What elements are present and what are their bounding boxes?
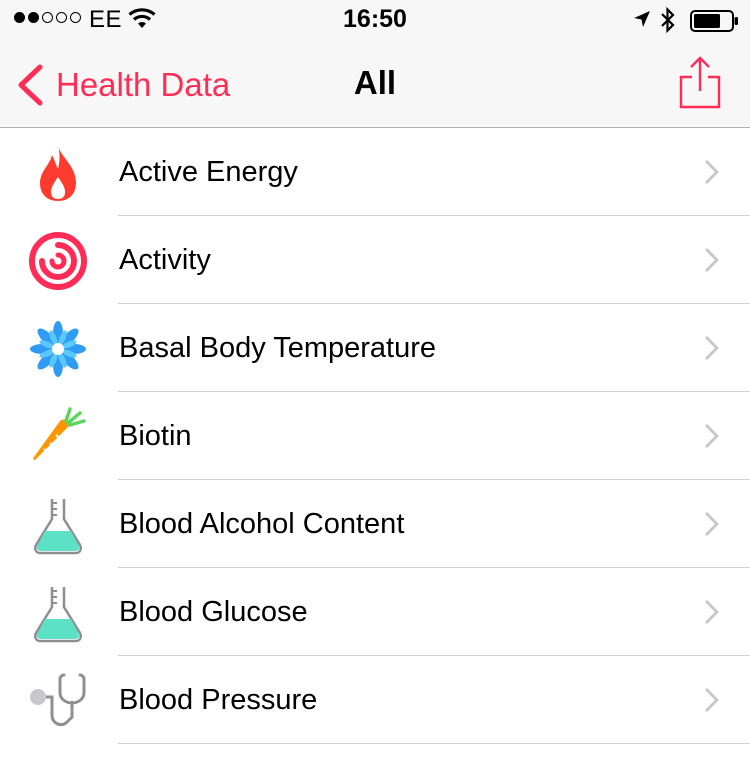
- chevron-right-icon: [704, 160, 720, 189]
- snowflake-flower-icon: [26, 319, 90, 379]
- status-bar: EE 16:50: [0, 0, 750, 40]
- list-item-blood-alcohol-content[interactable]: Blood Alcohol Content: [0, 480, 750, 568]
- share-icon: [679, 56, 721, 109]
- health-data-list: Active Energy Activity Basal Body Temper…: [0, 128, 750, 744]
- chevron-right-icon: [704, 688, 720, 717]
- flask-icon: [26, 583, 90, 643]
- list-item-blood-pressure[interactable]: Blood Pressure: [0, 656, 750, 744]
- page-title: All: [353, 64, 397, 101]
- bluetooth-icon: [660, 6, 676, 38]
- chevron-right-icon: [704, 512, 720, 541]
- chevron-right-icon: [704, 424, 720, 453]
- flame-icon: [26, 143, 90, 203]
- list-item-label: Blood Glucose: [119, 596, 308, 628]
- list-item-label: Blood Pressure: [119, 684, 318, 716]
- carrot-icon: [26, 407, 90, 467]
- activity-rings-icon: [26, 231, 90, 291]
- battery-icon: [690, 10, 740, 37]
- chevron-right-icon: [704, 600, 720, 629]
- chevron-right-icon: [704, 248, 720, 277]
- list-item-label: Biotin: [119, 420, 192, 452]
- chevron-right-icon: [704, 336, 720, 365]
- share-button[interactable]: [678, 55, 722, 116]
- stethoscope-icon: [26, 671, 90, 731]
- list-item-biotin[interactable]: Biotin: [0, 392, 750, 480]
- list-item-active-energy[interactable]: Active Energy: [0, 128, 750, 216]
- list-item-label: Activity: [119, 244, 211, 276]
- list-item-basal-body-temperature[interactable]: Basal Body Temperature: [0, 304, 750, 392]
- list-item-activity[interactable]: Activity: [0, 216, 750, 304]
- location-arrow-icon: [633, 10, 651, 33]
- list-item-label: Basal Body Temperature: [119, 332, 437, 364]
- list-item-label: Blood Alcohol Content: [119, 508, 405, 540]
- flask-icon: [26, 495, 90, 555]
- list-item-label: Active Energy: [119, 156, 298, 188]
- row-separator: [118, 743, 750, 744]
- list-item-blood-glucose[interactable]: Blood Glucose: [0, 568, 750, 656]
